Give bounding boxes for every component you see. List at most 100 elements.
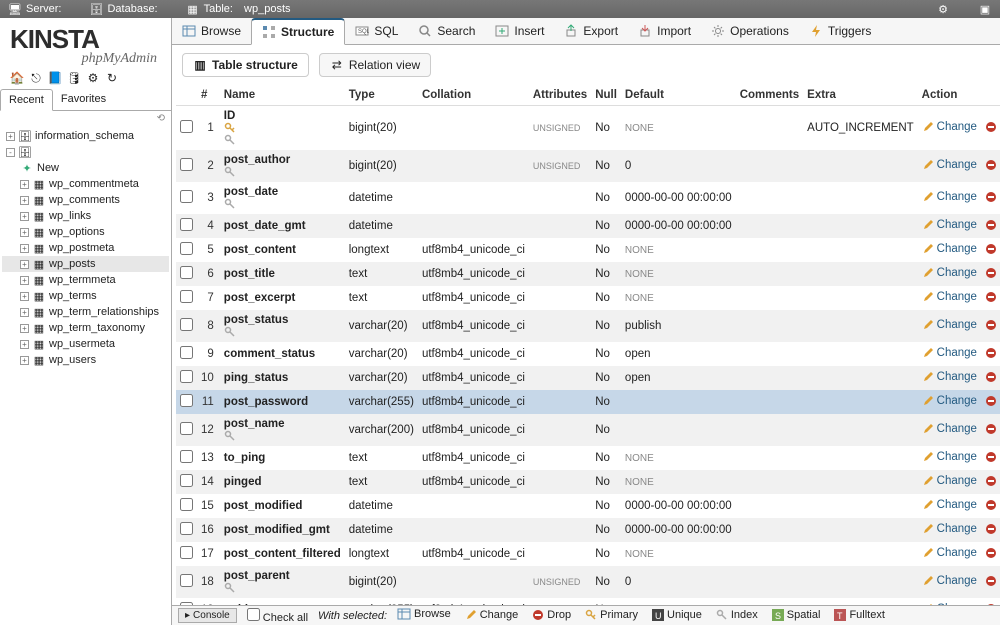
drop-link[interactable]: Drop xyxy=(985,371,1000,383)
row-checkbox[interactable] xyxy=(180,290,193,303)
tree-item[interactable]: +🗄information_schema xyxy=(2,128,169,144)
th-num[interactable]: # xyxy=(197,85,220,106)
settings-gear-icon[interactable]: ⚙ xyxy=(936,2,950,16)
change-link[interactable]: Change xyxy=(922,291,977,303)
tree-item[interactable]: +▦wp_posts xyxy=(2,256,169,272)
check-all[interactable]: Check all xyxy=(247,608,308,624)
drop-link[interactable]: Drop xyxy=(985,243,1000,255)
th-attributes[interactable]: Attributes xyxy=(529,85,591,106)
change-link[interactable]: Change xyxy=(922,191,977,203)
console-button[interactable]: ▸ Console xyxy=(178,608,237,623)
tab-triggers[interactable]: Triggers xyxy=(799,18,882,44)
tree-toggle-icon[interactable]: + xyxy=(20,276,29,285)
tree-toggle-icon[interactable]: + xyxy=(20,340,29,349)
tree-collapse-icon[interactable]: ⟲ xyxy=(157,113,165,124)
change-link[interactable]: Change xyxy=(922,347,977,359)
tree-toggle-icon[interactable]: + xyxy=(20,212,29,221)
change-link[interactable]: Change xyxy=(922,451,977,463)
drop-link[interactable]: Drop xyxy=(985,191,1000,203)
tree-toggle-icon[interactable]: + xyxy=(20,324,29,333)
tab-recent[interactable]: Recent xyxy=(0,89,53,111)
drop-link[interactable]: Drop xyxy=(985,121,1000,133)
th-extra[interactable]: Extra xyxy=(803,85,918,106)
tree-item[interactable]: +▦wp_links xyxy=(2,208,169,224)
crumb-table[interactable]: ▦ Table: wp_posts xyxy=(186,2,291,16)
change-link[interactable]: Change xyxy=(922,267,977,279)
check-all-box[interactable] xyxy=(247,608,260,621)
drop-link[interactable]: Drop xyxy=(985,499,1000,511)
tree-item[interactable]: ✦New xyxy=(2,160,169,176)
tree-item[interactable]: +▦wp_term_relationships xyxy=(2,304,169,320)
tree-item[interactable]: -🗄 xyxy=(2,144,169,160)
change-link[interactable]: Change xyxy=(922,423,977,435)
row-checkbox[interactable] xyxy=(180,370,193,383)
drop-link[interactable]: Drop xyxy=(985,319,1000,331)
drop-link[interactable]: Drop xyxy=(985,291,1000,303)
th-name[interactable]: Name xyxy=(220,85,345,106)
tab-insert[interactable]: Insert xyxy=(485,18,554,44)
tree-toggle-icon[interactable]: - xyxy=(6,148,15,157)
change-link[interactable]: Change xyxy=(922,499,977,511)
bottom-browse[interactable]: Browse xyxy=(397,607,451,621)
panel-toggle-icon[interactable]: ▣ xyxy=(978,2,992,16)
tree-toggle-icon[interactable]: + xyxy=(20,244,29,253)
bottom-index[interactable]: Index xyxy=(716,609,758,621)
drop-link[interactable]: Drop xyxy=(985,159,1000,171)
crumb-database[interactable]: 🗄 Database: xyxy=(89,2,157,16)
bottom-fulltext[interactable]: T Fulltext xyxy=(834,609,884,621)
tab-browse[interactable]: Browse xyxy=(172,18,251,44)
drop-link[interactable]: Drop xyxy=(985,347,1000,359)
tab-search[interactable]: Search xyxy=(408,18,485,44)
tab-import[interactable]: Import xyxy=(628,18,701,44)
drop-link[interactable]: Drop xyxy=(985,523,1000,535)
row-checkbox[interactable] xyxy=(180,574,193,587)
drop-link[interactable]: Drop xyxy=(985,395,1000,407)
tree-toggle-icon[interactable]: + xyxy=(20,180,29,189)
change-link[interactable]: Change xyxy=(922,523,977,535)
row-checkbox[interactable] xyxy=(180,158,193,171)
tree-toggle-icon[interactable]: + xyxy=(20,308,29,317)
row-checkbox[interactable] xyxy=(180,242,193,255)
row-checkbox[interactable] xyxy=(180,546,193,559)
tree-toggle-icon[interactable]: + xyxy=(6,132,15,141)
crumb-server[interactable]: 🖥 Server: xyxy=(8,2,61,16)
tree-toggle-icon[interactable]: + xyxy=(20,196,29,205)
row-checkbox[interactable] xyxy=(180,218,193,231)
tree-item[interactable]: +▦wp_users xyxy=(2,352,169,368)
change-link[interactable]: Change xyxy=(922,475,977,487)
tab-operations[interactable]: Operations xyxy=(701,18,799,44)
change-link[interactable]: Change xyxy=(922,319,977,331)
tree-item[interactable]: +▦wp_comments xyxy=(2,192,169,208)
logout-icon[interactable]: ⎋ xyxy=(29,71,43,85)
bottom-change[interactable]: Change xyxy=(465,609,519,621)
bottom-unique[interactable]: U Unique xyxy=(652,609,702,621)
drop-link[interactable]: Drop xyxy=(985,451,1000,463)
tree-item[interactable]: +▦wp_termmeta xyxy=(2,272,169,288)
change-link[interactable]: Change xyxy=(922,121,977,133)
row-checkbox[interactable] xyxy=(180,522,193,535)
drop-link[interactable]: Drop xyxy=(985,219,1000,231)
row-checkbox[interactable] xyxy=(180,394,193,407)
change-link[interactable]: Change xyxy=(922,547,977,559)
tree-item[interactable]: +▦wp_postmeta xyxy=(2,240,169,256)
drop-link[interactable]: Drop xyxy=(985,475,1000,487)
row-checkbox[interactable] xyxy=(180,498,193,511)
change-link[interactable]: Change xyxy=(922,219,977,231)
th-collation[interactable]: Collation xyxy=(418,85,529,106)
change-link[interactable]: Change xyxy=(922,371,977,383)
home-icon[interactable]: 🏠 xyxy=(10,71,24,85)
tree-item[interactable]: +▦wp_options xyxy=(2,224,169,240)
change-link[interactable]: Change xyxy=(922,159,977,171)
tree-item[interactable]: +▦wp_usermeta xyxy=(2,336,169,352)
change-link[interactable]: Change xyxy=(922,243,977,255)
th-default[interactable]: Default xyxy=(621,85,736,106)
th-null[interactable]: Null xyxy=(591,85,621,106)
tree-item[interactable]: +▦wp_term_taxonomy xyxy=(2,320,169,336)
sql-query-icon[interactable]: 🛢 xyxy=(67,71,81,85)
tree-item[interactable]: +▦wp_terms xyxy=(2,288,169,304)
row-checkbox[interactable] xyxy=(180,190,193,203)
subtab-table-structure[interactable]: ▥ Table structure xyxy=(182,53,309,77)
tab-favorites[interactable]: Favorites xyxy=(53,89,114,110)
drop-link[interactable]: Drop xyxy=(985,547,1000,559)
row-checkbox[interactable] xyxy=(180,422,193,435)
